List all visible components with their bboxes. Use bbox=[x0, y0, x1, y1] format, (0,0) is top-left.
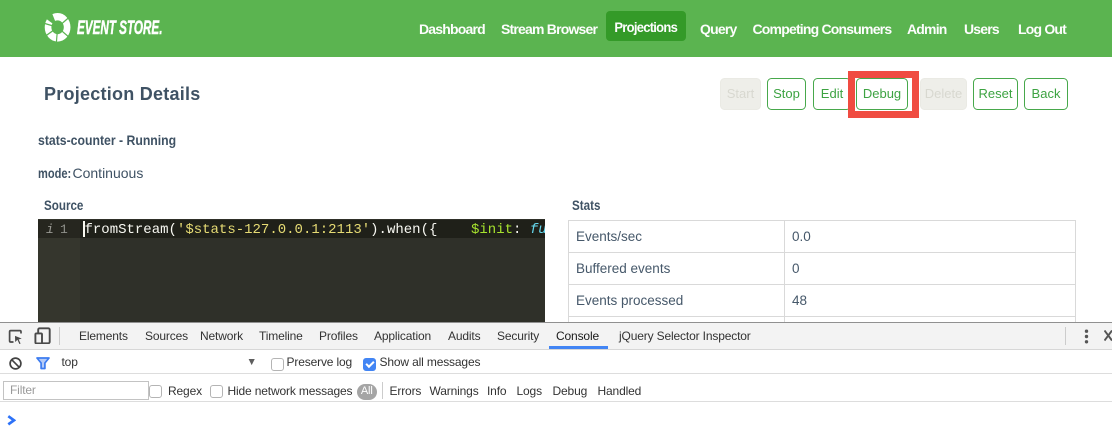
svg-text:EVENT STORE.: EVENT STORE. bbox=[77, 18, 162, 38]
